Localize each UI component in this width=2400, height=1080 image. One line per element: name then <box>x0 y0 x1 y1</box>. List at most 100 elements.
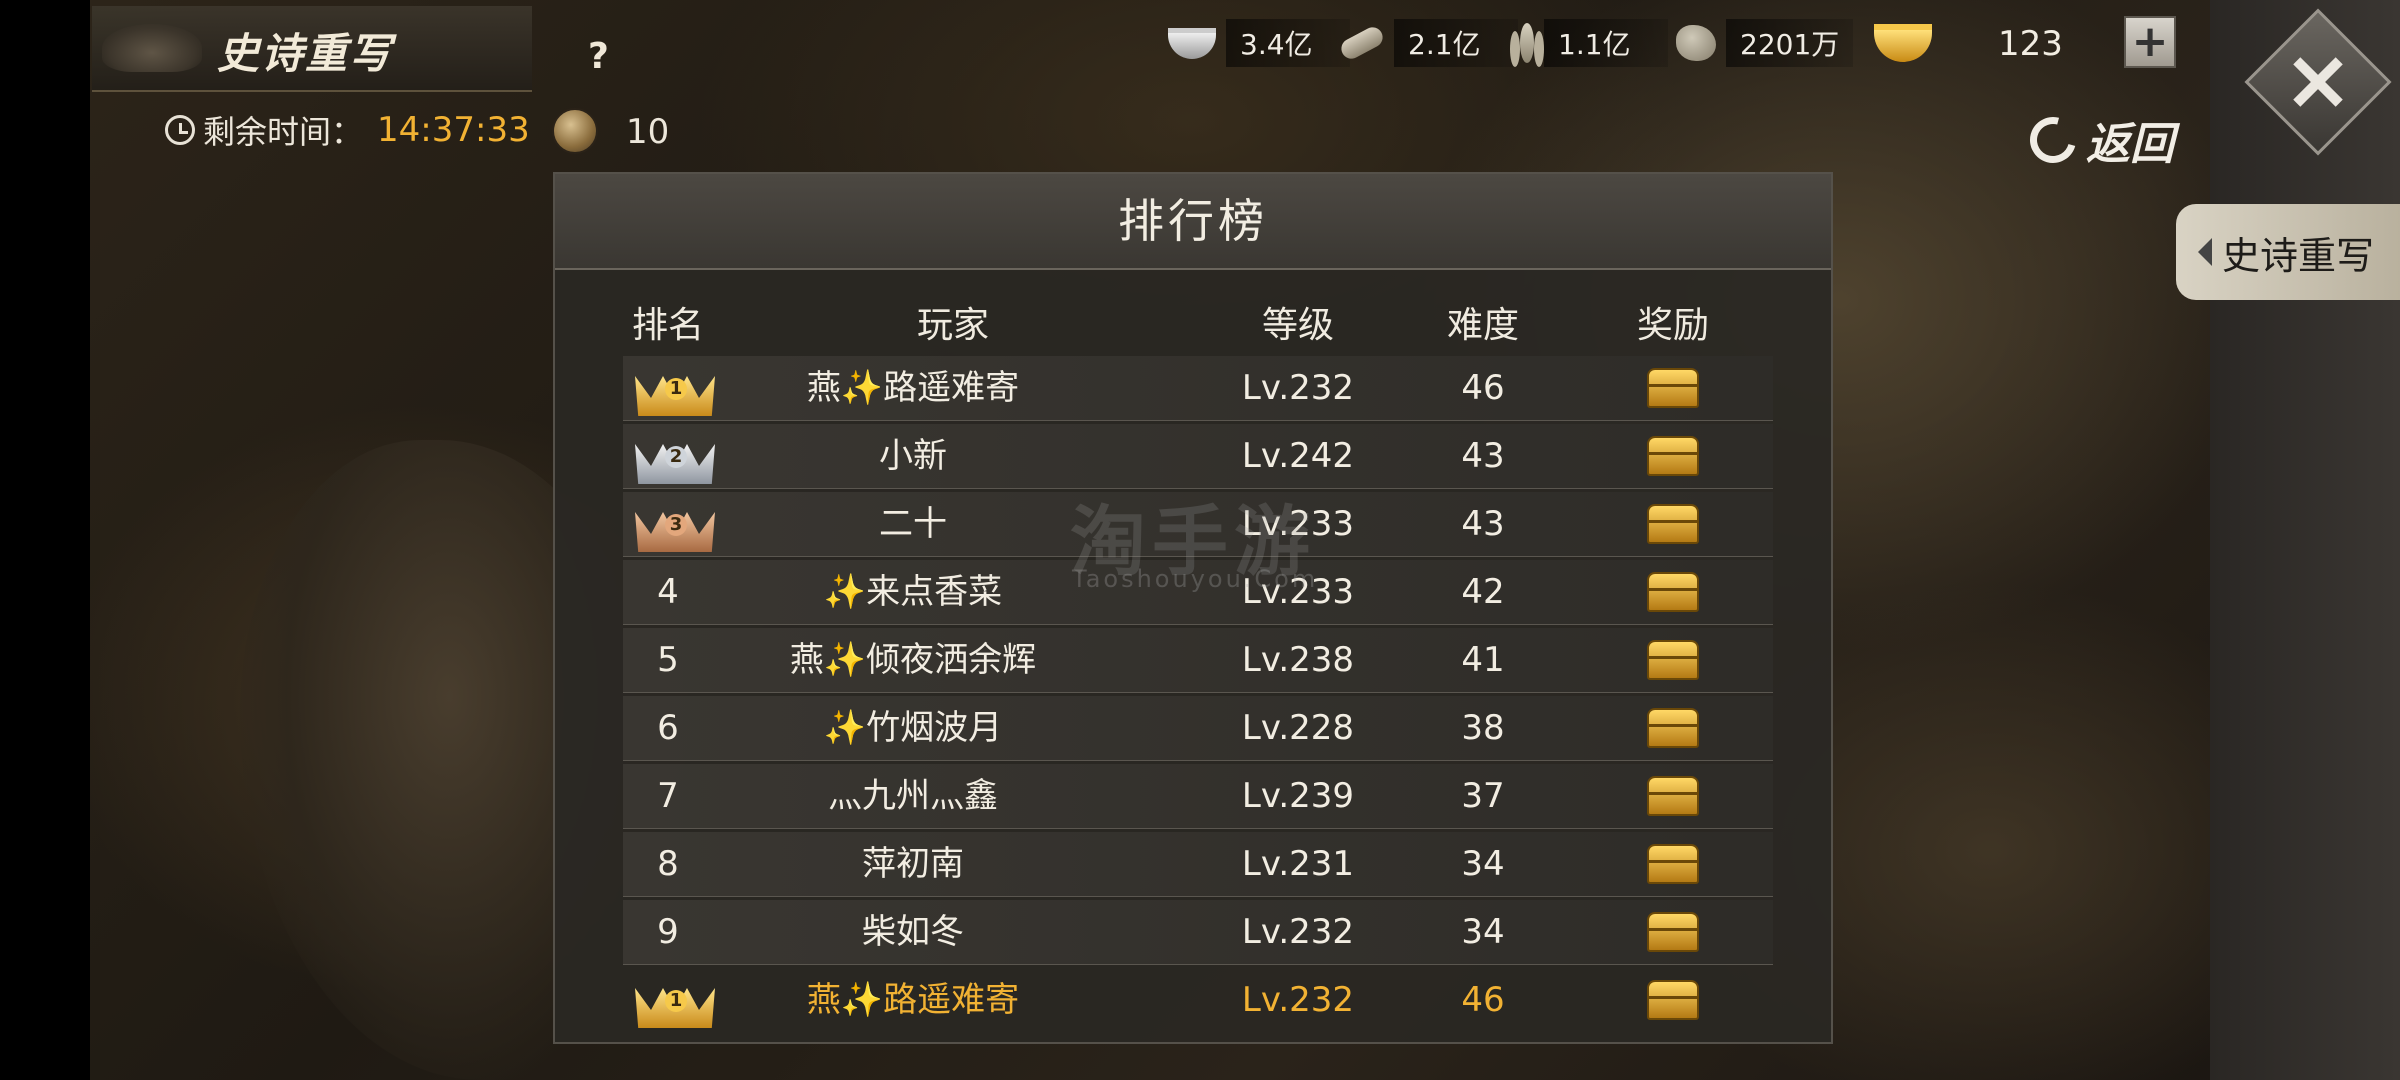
my-rank-row: 1 燕✨路遥难寄 Lv.232 46 <box>623 968 1773 1032</box>
help-icon[interactable]: ? <box>588 36 609 77</box>
back-button[interactable]: 返回 <box>2021 108 2174 172</box>
difficulty-value: 34 <box>1461 844 1505 884</box>
side-tab-label: 史诗重写 <box>2222 233 2375 278</box>
player-name: 灬九州灬鑫 <box>828 776 998 816</box>
leaderboard-panel: 排行榜 排名 玩家 等级 难度 奖励 1 燕✨路遥难寄 Lv.232 46 2 小新 Lv.… <box>553 172 1833 1044</box>
difficulty-value: 41 <box>1461 640 1505 680</box>
emblem-icon <box>102 24 202 72</box>
reward-cell <box>1623 560 1723 624</box>
resource-gold <box>1874 18 1932 68</box>
treasure-chest-icon[interactable] <box>1647 980 1699 1020</box>
difficulty-value: 38 <box>1461 708 1505 748</box>
player-level: Lv.239 <box>1241 776 1355 816</box>
treasure-chest-icon[interactable] <box>1647 708 1699 748</box>
player-level: Lv.238 <box>1241 640 1355 680</box>
bronze-crown-icon: 3 <box>635 496 715 552</box>
rank-medal: 1 <box>623 968 715 1032</box>
stone-value: 2201万 <box>1726 19 1854 67</box>
silver-crown-icon: 2 <box>635 428 715 484</box>
reward-cell <box>1623 356 1723 420</box>
watermark-url: Taoshouyou.Com <box>1072 565 1319 593</box>
difficulty-value: 42 <box>1461 572 1505 612</box>
grain-value: 1.1亿 <box>1544 19 1668 67</box>
treasure-chest-icon[interactable] <box>1647 640 1699 680</box>
timer-value: 14:37:33 <box>377 110 530 150</box>
treasure-chest-icon[interactable] <box>1647 504 1699 544</box>
token-icon <box>552 108 598 154</box>
leaderboard-rows: 1 燕✨路遥难寄 Lv.232 46 2 小新 Lv.242 43 3 二十 Lv.233 43 4 ✨来… <box>623 356 1773 1035</box>
side-tab-epic-rewrite[interactable]: 史诗重写 <box>2176 204 2400 300</box>
player-name: 小新 <box>879 436 947 476</box>
player-level: Lv.228 <box>1241 708 1355 748</box>
reward-cell <box>1623 424 1723 488</box>
token-count: 10 <box>626 112 670 152</box>
reward-cell <box>1623 628 1723 692</box>
treasure-chest-icon[interactable] <box>1647 844 1699 884</box>
treasure-chest-icon[interactable] <box>1647 572 1699 612</box>
wood-log-icon <box>1337 23 1387 63</box>
player-name: 萍初南 <box>862 844 964 884</box>
back-arrow-icon <box>2021 108 2085 172</box>
rank-number: 4 <box>657 572 679 612</box>
gold-crown-icon: 1 <box>635 360 715 416</box>
leaderboard-header: 排行榜 <box>555 174 1831 270</box>
reward-cell <box>1623 492 1723 556</box>
rank-number: 9 <box>657 912 679 952</box>
page-title: 史诗重写 <box>217 29 394 78</box>
table-row: 1 燕✨路遥难寄 Lv.232 46 <box>623 356 1773 421</box>
gold-crown-icon: 1 <box>635 972 715 1028</box>
timer-label: 剩余时间： <box>203 113 364 151</box>
table-row: 9 柴如冬 Lv.232 34 <box>623 900 1773 965</box>
difficulty-value: 43 <box>1461 436 1505 476</box>
countdown-timer: 剩余时间： 14:37:33 <box>165 108 530 152</box>
table-row: 5 燕✨倾夜洒余辉 Lv.238 41 <box>623 628 1773 693</box>
player-name: 燕✨路遥难寄 <box>806 368 1020 408</box>
rank-number: 7 <box>657 776 679 816</box>
resource-stone: 2201万 <box>1676 18 1854 68</box>
column-level: 等级 <box>1261 305 1334 346</box>
silver-ingot-icon <box>1168 27 1216 59</box>
player-name: ✨来点香菜 <box>823 572 1003 612</box>
player-name: 二十 <box>879 504 947 544</box>
difficulty-value: 46 <box>1461 368 1505 408</box>
column-rank: 排名 <box>631 305 704 346</box>
treasure-chest-icon[interactable] <box>1647 776 1699 816</box>
crown-rank-number: 3 <box>665 514 687 536</box>
rank-medal: 2 <box>623 424 715 488</box>
rank-number: 6 <box>657 708 679 748</box>
crown-rank-number: 2 <box>665 446 687 468</box>
treasure-chest-icon[interactable] <box>1647 436 1699 476</box>
gold-ingot-icon <box>1874 24 1932 62</box>
clock-icon <box>165 115 195 145</box>
wood-value: 2.1亿 <box>1394 19 1518 67</box>
add-gold-button[interactable]: + <box>2124 16 2176 68</box>
treasure-chest-icon[interactable] <box>1647 912 1699 952</box>
silver-value: 3.4亿 <box>1226 19 1350 67</box>
player-level: Lv.232 <box>1241 368 1355 408</box>
difficulty-value: 37 <box>1461 776 1505 816</box>
grain-icon <box>1520 23 1534 63</box>
gold-value: 123 <box>1998 24 2063 64</box>
leaderboard-title: 排行榜 <box>1118 194 1268 248</box>
right-side-strip <box>2210 0 2400 1080</box>
player-level: Lv.232 <box>1241 912 1355 952</box>
difficulty-value: 43 <box>1461 504 1505 544</box>
table-row: 7 灬九州灬鑫 Lv.239 37 <box>623 764 1773 829</box>
title-badge: 史诗重写 ? <box>92 6 609 92</box>
player-level: Lv.242 <box>1241 436 1355 476</box>
treasure-chest-icon[interactable] <box>1647 368 1699 408</box>
player-level: Lv.231 <box>1241 844 1355 884</box>
rank-medal: 1 <box>623 356 715 420</box>
stone-icon <box>1676 25 1716 61</box>
reward-cell <box>1623 968 1723 1032</box>
back-label: 返回 <box>2086 119 2174 170</box>
resource-grain: 1.1亿 <box>1520 18 1668 68</box>
rank-number: 8 <box>657 844 679 884</box>
reward-cell <box>1623 900 1723 964</box>
table-row: 6 ✨竹烟波月 Lv.228 38 <box>623 696 1773 761</box>
column-reward: 奖励 <box>1636 305 1709 346</box>
rank-medal: 3 <box>623 492 715 556</box>
rank-number: 5 <box>657 640 679 680</box>
resource-wood: 2.1亿 <box>1337 18 1518 68</box>
reward-cell <box>1623 832 1723 896</box>
